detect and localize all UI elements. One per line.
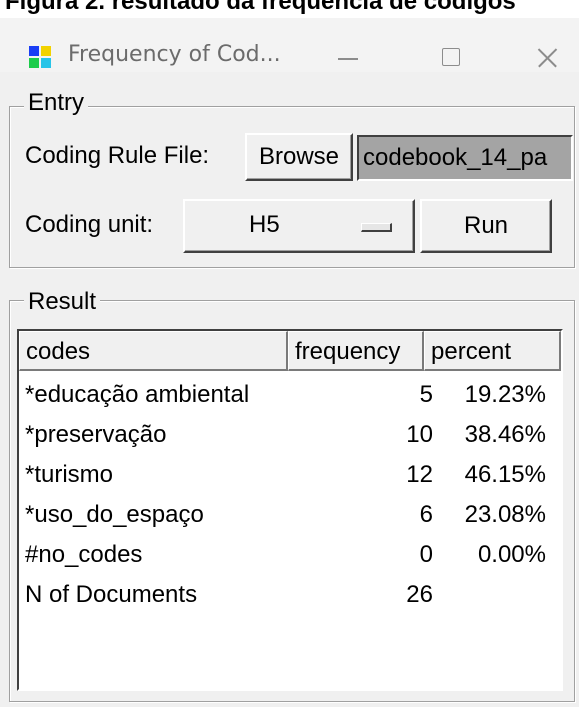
minimize-icon[interactable] <box>318 38 378 78</box>
coding-unit-label: Coding unit: <box>25 211 154 238</box>
coding-rule-file-field[interactable]: codebook_14_pa <box>357 135 573 181</box>
column-header-frequency[interactable]: frequency <box>288 331 424 371</box>
result-table[interactable]: codes frequency percent *educação ambien… <box>17 329 563 691</box>
cell-frequency: 0 <box>419 541 433 568</box>
close-icon[interactable] <box>515 38 575 78</box>
cell-code: *preservação <box>25 421 167 448</box>
coding-unit-value: H5 <box>249 211 280 238</box>
table-row[interactable]: *educação ambiental 5 19.23% <box>19 375 561 415</box>
cell-code: #no_codes <box>25 541 143 568</box>
cell-percent: 0.00% <box>477 541 546 568</box>
cell-code: *educação ambiental <box>25 381 250 408</box>
figure-caption: Figura 2. resultado da frequência de cód… <box>0 0 579 18</box>
column-header-codes[interactable]: codes <box>19 331 288 371</box>
cell-frequency: 10 <box>406 421 433 448</box>
table-row[interactable]: #no_codes 0 0.00% <box>19 535 561 575</box>
cell-frequency: 5 <box>419 381 433 408</box>
cell-percent: 38.46% <box>464 421 546 448</box>
window-title: Frequency of Cod... <box>68 42 281 67</box>
title-bar[interactable]: Frequency of Cod... <box>0 18 579 72</box>
coding-rule-file-label: Coding Rule File: <box>25 142 210 169</box>
cell-percent: 19.23% <box>464 381 546 408</box>
result-group-label: Result <box>24 288 101 316</box>
cell-percent: 46.15% <box>464 461 546 488</box>
cell-frequency: 26 <box>406 581 433 608</box>
entry-group-label: Entry <box>24 89 89 117</box>
run-button[interactable]: Run <box>420 199 552 253</box>
cell-frequency: 6 <box>419 501 433 528</box>
table-row[interactable]: *uso_do_espaço 6 23.08% <box>19 495 561 535</box>
app-icon <box>29 46 51 68</box>
coding-unit-menu[interactable]: H5 <box>183 199 415 253</box>
cell-percent: 23.08% <box>464 501 546 528</box>
maximize-icon[interactable] <box>420 38 480 78</box>
column-header-percent[interactable]: percent <box>424 331 561 371</box>
cell-frequency: 12 <box>406 461 433 488</box>
option-menu-indicator-icon <box>361 223 392 232</box>
table-row[interactable]: *turismo 12 46.15% <box>19 455 561 495</box>
table-row[interactable]: N of Documents 26 <box>19 575 561 615</box>
table-row[interactable]: *preservação 10 38.46% <box>19 415 561 455</box>
cell-code: *uso_do_espaço <box>25 501 204 528</box>
cell-code: *turismo <box>25 461 114 488</box>
cell-code: N of Documents <box>25 581 198 608</box>
browse-button[interactable]: Browse <box>245 133 353 181</box>
